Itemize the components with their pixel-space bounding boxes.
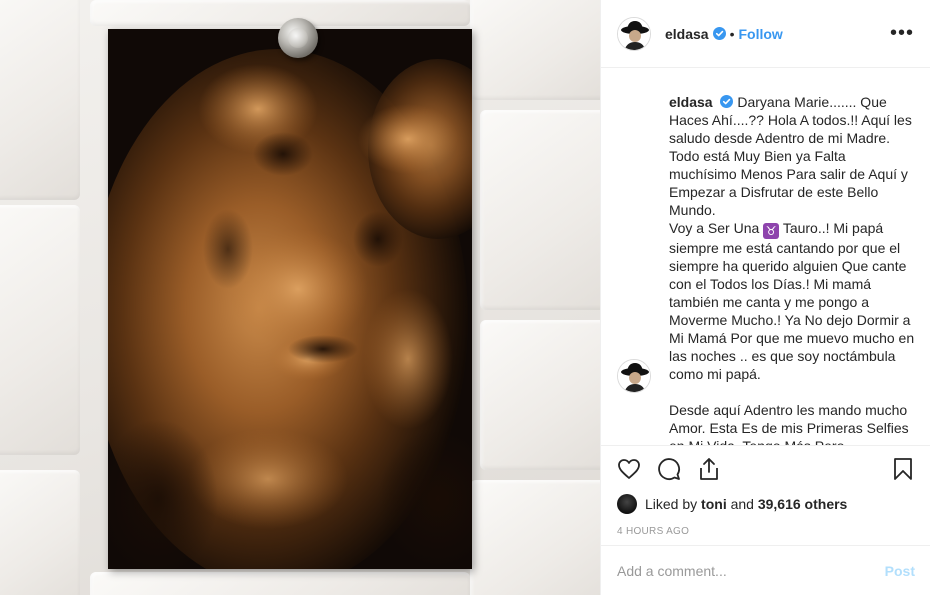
heart-icon[interactable]: [617, 457, 641, 481]
wall-brick: [0, 205, 80, 455]
likes-count-link[interactable]: 39,616 others: [758, 496, 848, 512]
likes-and: and: [730, 496, 754, 512]
caption-text: eldasa Daryana Marie....... Que Haces Ah…: [669, 93, 915, 445]
post-comment-button[interactable]: Post: [885, 563, 915, 579]
caption-paragraph-2-end: Tauro..! Mi papá siempre me está cantand…: [669, 220, 915, 382]
caption-row: eldasa Daryana Marie....... Que Haces Ah…: [617, 93, 915, 445]
post-side-panel: eldasa • Follow ••• eldasa Daryana Marie…: [600, 0, 930, 595]
verified-badge-icon: [720, 95, 734, 108]
wall-brick: [0, 0, 80, 200]
more-options-icon[interactable]: •••: [890, 22, 914, 45]
separator-dot: •: [729, 25, 735, 42]
post-header: eldasa • Follow •••: [601, 0, 930, 68]
wall-brick: [0, 470, 80, 595]
caption-paragraph-2-start: Voy a Ser Una: [669, 220, 760, 236]
ultrasound-image: [108, 29, 472, 569]
share-icon[interactable]: [697, 457, 721, 481]
add-comment-bar: Post: [601, 545, 930, 595]
wall-brick: [470, 0, 600, 100]
post-photo[interactable]: [0, 0, 600, 595]
verified-badge-icon: [712, 27, 726, 40]
username-link[interactable]: eldasa: [665, 26, 709, 42]
caption-username[interactable]: eldasa: [669, 94, 713, 110]
likes-summary: Liked by toni and 39,616 others: [617, 492, 915, 516]
taurus-sign-icon: ♉: [763, 223, 780, 239]
wall-brick: [470, 480, 600, 595]
comment-input[interactable]: [617, 562, 885, 579]
action-icon-row: [617, 446, 915, 492]
push-pin: [278, 18, 318, 58]
follow-button[interactable]: Follow: [739, 26, 783, 42]
avatar-image: [618, 17, 650, 50]
wall-brick: [90, 0, 470, 26]
caption-paragraph-3: Desde aquí Adentro les mando mucho Amor.…: [669, 402, 909, 445]
likes-prefix: Liked by: [645, 496, 698, 512]
avatar[interactable]: [617, 16, 651, 51]
comment-bubble-icon[interactable]: [657, 457, 681, 481]
post-actions: Liked by toni and 39,616 others 4 HOURS …: [601, 445, 930, 537]
ultrasound-print: [108, 29, 472, 569]
caption-avatar-slot: [617, 93, 651, 445]
caption-paragraph-1: Daryana Marie....... Que Haces Ahí....??…: [669, 94, 912, 218]
wall-brick: [90, 572, 470, 595]
wall-brick: [480, 110, 600, 310]
post-timestamp[interactable]: 4 HOURS AGO: [617, 526, 915, 537]
avatar-image: [618, 360, 650, 392]
bookmark-icon[interactable]: [891, 457, 915, 481]
liker-avatar[interactable]: [617, 494, 637, 514]
wall-brick: [480, 320, 600, 470]
caption-area[interactable]: eldasa Daryana Marie....... Que Haces Ah…: [601, 69, 930, 445]
caption-avatar[interactable]: [617, 359, 651, 393]
liker-username[interactable]: toni: [701, 496, 727, 512]
